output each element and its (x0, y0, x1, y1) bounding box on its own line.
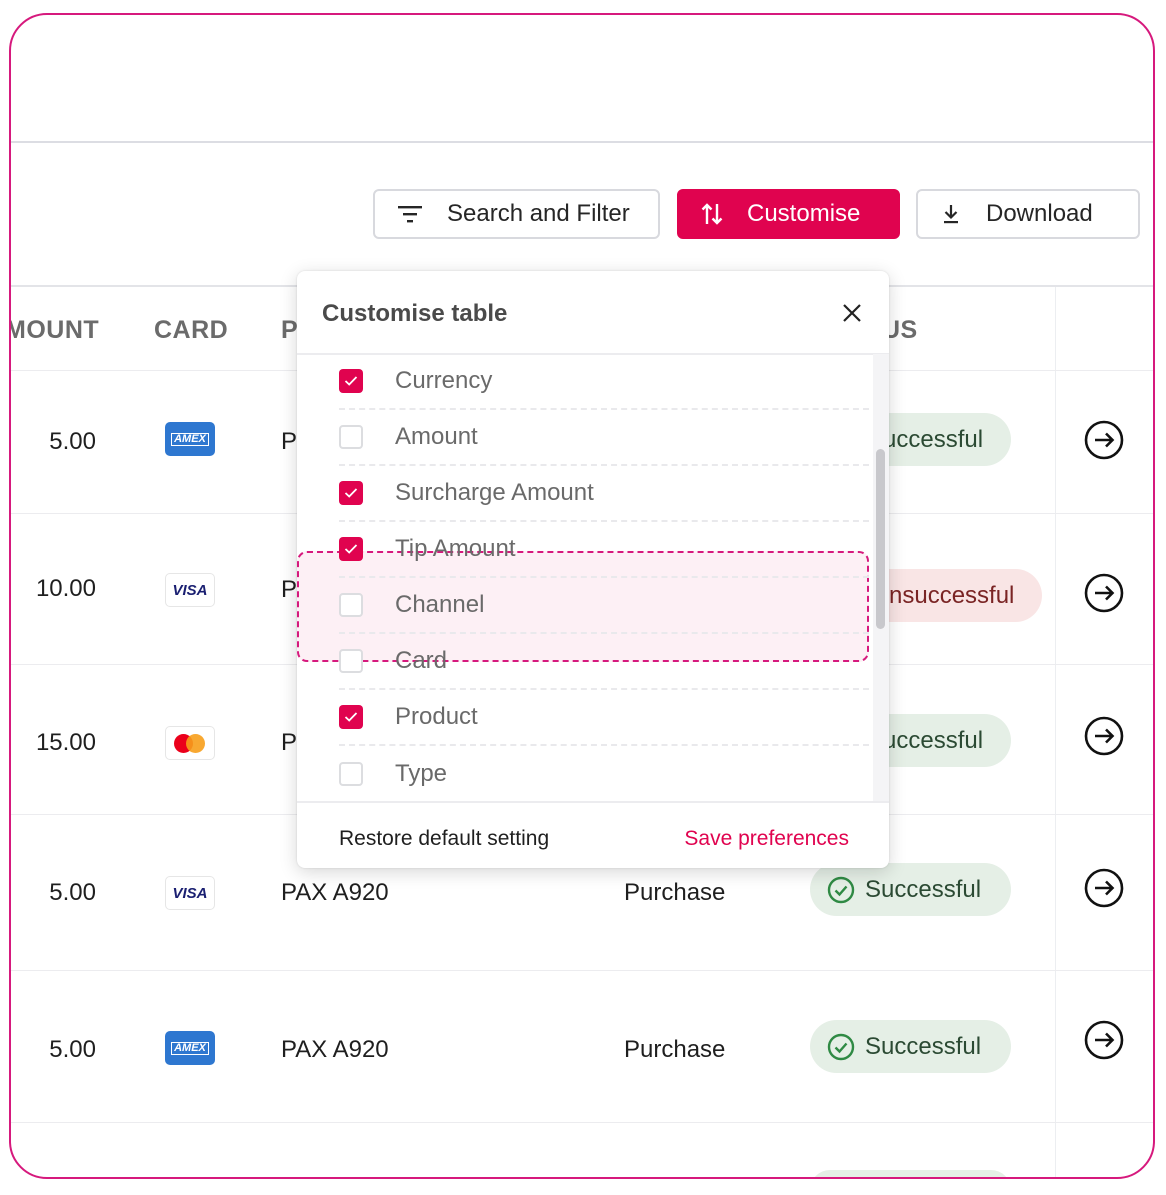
search-filter-label: Search and Filter (447, 200, 630, 227)
arrow-right-circle-icon[interactable] (1084, 420, 1124, 460)
status-badge (810, 1170, 1011, 1177)
checkbox-checked[interactable] (339, 481, 363, 505)
status-text: uccessful (883, 726, 984, 754)
option-label: Card (395, 647, 448, 674)
download-label: Download (986, 200, 1093, 227)
column-options-list: Currency Amount Surcharge Amount Tip Amo… (297, 354, 873, 801)
actions-column-divider (1055, 287, 1056, 1177)
checkbox-checked[interactable] (339, 369, 363, 393)
type-cell: Purchase (624, 1036, 726, 1063)
visa-card-icon: VISA (165, 573, 215, 607)
option-label: Type (395, 760, 448, 787)
column-header-product[interactable]: P (281, 316, 298, 345)
check-circle-icon (827, 1033, 855, 1060)
scrollbar-thumb[interactable] (876, 449, 885, 629)
column-option-product[interactable]: Product (339, 690, 869, 746)
popup-title: Customise table (322, 300, 508, 327)
customise-button[interactable]: Customise (677, 189, 900, 239)
close-icon[interactable] (838, 299, 866, 327)
column-option-amount[interactable]: Amount (339, 410, 869, 466)
arrow-right-circle-icon[interactable] (1084, 868, 1124, 908)
product-cell: P (281, 729, 298, 756)
column-option-card[interactable]: Card (339, 634, 869, 690)
option-label: Channel (395, 591, 485, 618)
column-option-surcharge-amount[interactable]: Surcharge Amount (339, 466, 869, 522)
search-filter-button[interactable]: Search and Filter (373, 189, 660, 239)
download-icon (944, 205, 958, 224)
amount-cell: 5.00 (49, 879, 96, 906)
amount-cell: 5.00 (49, 1036, 96, 1063)
checkbox-unchecked[interactable] (339, 425, 363, 449)
download-button[interactable]: Download (916, 189, 1140, 239)
check-icon (344, 376, 358, 386)
amex-card-icon: AMEX (165, 422, 215, 456)
arrow-right-circle-icon[interactable] (1084, 573, 1124, 613)
check-icon (344, 488, 358, 498)
mastercard-card-icon (165, 726, 215, 760)
status-text: Successful (865, 875, 982, 903)
type-cell: Purchase (624, 879, 726, 906)
amount-cell: 15.00 (35, 729, 96, 756)
checkbox-unchecked[interactable] (339, 649, 363, 673)
visa-card-icon: VISA (165, 876, 215, 910)
column-header-card[interactable]: CARD (154, 316, 228, 345)
option-label: Surcharge Amount (395, 479, 594, 506)
header-divider (11, 141, 1153, 143)
column-header-amount[interactable]: MOUNT (11, 316, 99, 345)
product-cell: PAX A920 (281, 1036, 389, 1063)
filter-icon (398, 206, 422, 223)
check-icon (344, 712, 358, 722)
option-label: Currency (395, 367, 493, 394)
column-option-tip-amount[interactable]: Tip Amount (339, 522, 869, 578)
save-preferences-button[interactable]: Save preferences (684, 827, 849, 851)
option-label: Product (395, 703, 478, 730)
row-divider (11, 1122, 1153, 1123)
status-text: Successful (865, 1032, 982, 1060)
customise-label: Customise (747, 200, 861, 227)
check-icon (344, 544, 358, 554)
product-cell: PAX A920 (281, 879, 389, 906)
column-option-currency[interactable]: Currency (339, 354, 869, 410)
row-divider (11, 970, 1153, 971)
checkbox-checked[interactable] (339, 537, 363, 561)
arrow-right-circle-icon[interactable] (1084, 716, 1124, 756)
arrow-right-circle-icon[interactable] (1084, 1020, 1124, 1060)
status-text: uccessful (883, 425, 984, 453)
popup-footer-divider (297, 801, 889, 803)
amount-cell: 10.00 (35, 575, 96, 602)
restore-default-button[interactable]: Restore default setting (339, 827, 549, 851)
column-option-channel[interactable]: Channel (339, 578, 869, 634)
sort-arrows-icon (701, 203, 723, 225)
option-label: Amount (395, 423, 478, 450)
status-badge: Successful (810, 863, 1011, 916)
checkbox-unchecked[interactable] (339, 593, 363, 617)
app-frame: Search and Filter Customise Download MOU… (9, 13, 1155, 1179)
amex-card-icon: AMEX (165, 1031, 215, 1065)
checkbox-unchecked[interactable] (339, 762, 363, 786)
mastercard-orange-circle (186, 734, 205, 753)
checkbox-checked[interactable] (339, 705, 363, 729)
option-label: Tip Amount (395, 535, 516, 562)
status-badge: Successful (810, 1020, 1011, 1073)
amount-cell: 5.00 (49, 428, 96, 455)
status-text: nsuccessful (889, 581, 1015, 609)
customise-table-popup: Customise table Currency Amount Surcharg… (297, 271, 889, 868)
product-cell: P (281, 428, 298, 455)
check-circle-icon (827, 876, 855, 903)
column-option-type[interactable]: Type (339, 746, 869, 801)
product-cell: P (281, 576, 298, 603)
